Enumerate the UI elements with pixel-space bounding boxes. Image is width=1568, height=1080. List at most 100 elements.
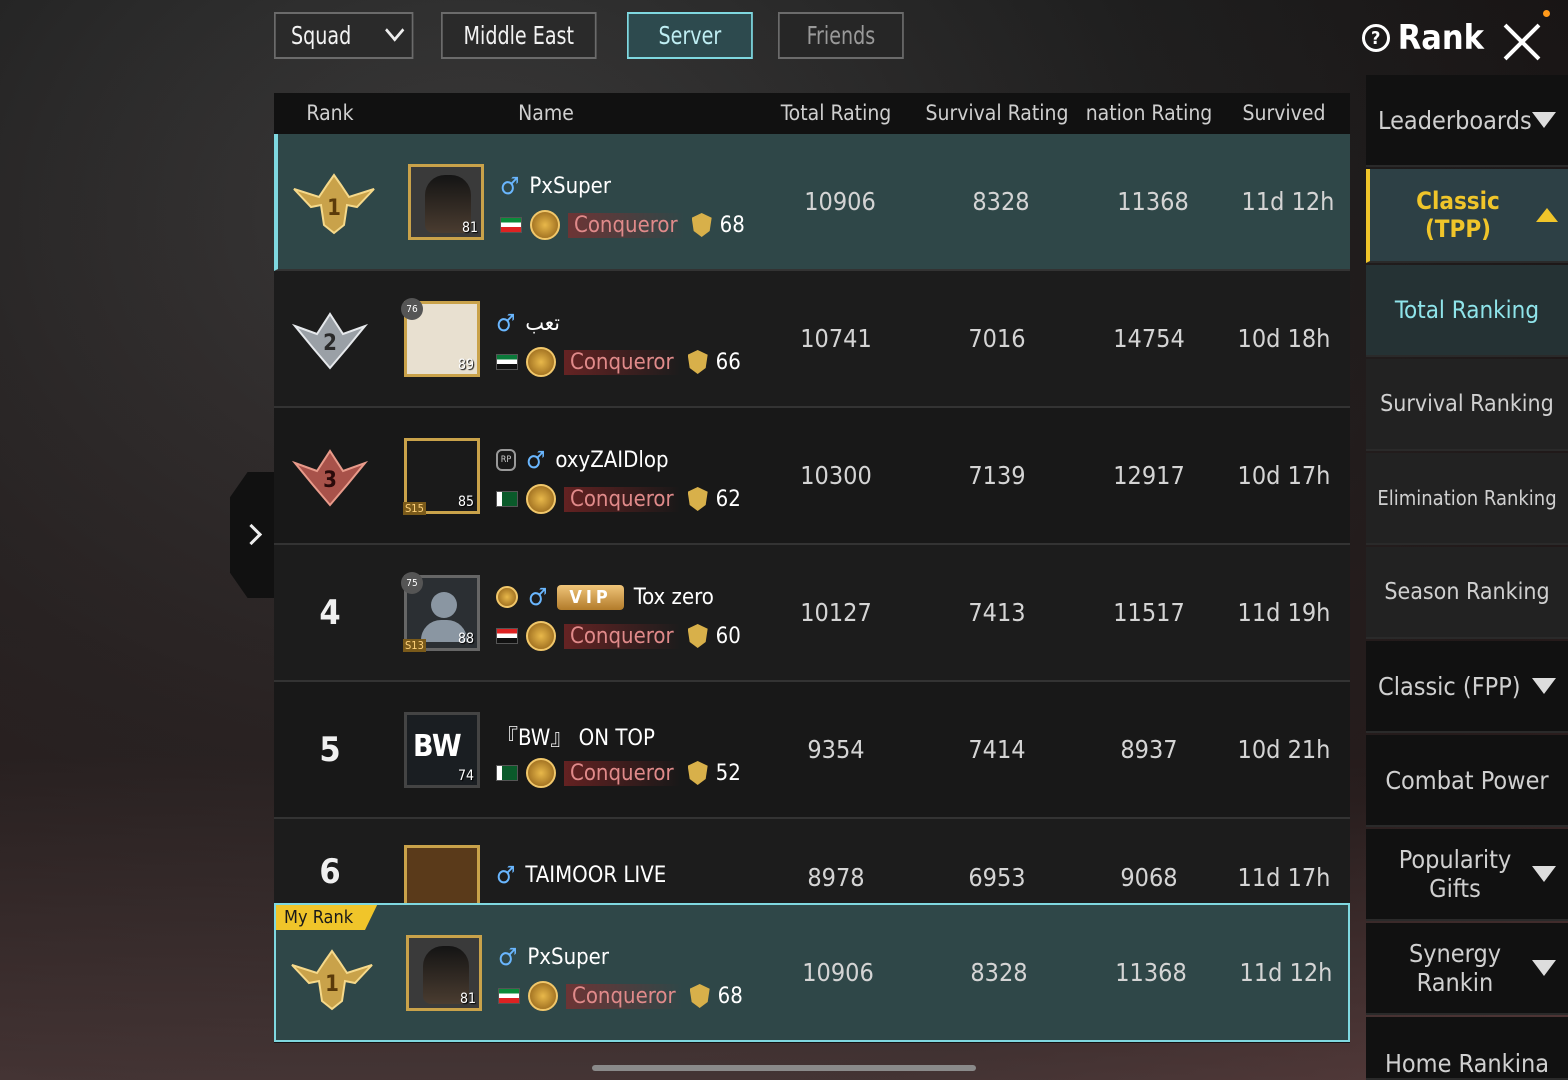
tier-line: Conqueror 62 — [496, 484, 741, 514]
svg-text:1: 1 — [325, 972, 339, 997]
sidebar-survival-ranking[interactable]: Survival Ranking — [1366, 359, 1568, 451]
survival-rating: 8328 — [970, 958, 1028, 987]
server-label: Server — [658, 21, 722, 50]
default-avatar-icon — [431, 592, 457, 618]
tier-stars: 52 — [715, 760, 741, 786]
sidebar-popularity-gifts[interactable]: Popularity Gifts — [1366, 829, 1568, 921]
table-body: 1 81 ♂ PxSuper Conqueror 68 10906 8328 1… — [274, 134, 1350, 956]
player-name: PxSuper — [529, 173, 611, 199]
player-level: 81 — [461, 220, 478, 236]
survival-rating: 7414 — [968, 735, 1026, 764]
tier-line: Conqueror 52 — [496, 758, 741, 788]
svg-text:2: 2 — [323, 331, 337, 356]
caret-down-icon — [1532, 960, 1556, 976]
silver-medal-icon: 2 — [291, 311, 369, 370]
total-rating: 10906 — [804, 187, 876, 216]
avatar[interactable]: 81 — [408, 164, 484, 240]
sidebar-total-ranking[interactable]: Total Ranking — [1366, 265, 1568, 357]
player-name: oxyZAIDlop — [555, 447, 669, 473]
sidebar-leaderboards[interactable]: Leaderboards — [1366, 75, 1568, 167]
conqueror-badge-icon — [528, 981, 558, 1011]
avatar[interactable]: 89 76 — [401, 298, 480, 377]
sidebar-combat-power[interactable]: Combat Power — [1366, 735, 1568, 827]
avatar[interactable]: BW 74 — [404, 712, 480, 788]
category-sidebar: Leaderboards Classic (TPP) Total Ranking… — [1366, 75, 1568, 1080]
conqueror-badge-icon — [526, 621, 556, 651]
avatar[interactable]: 85 S15 — [403, 438, 480, 515]
survival-rating: 7139 — [968, 461, 1026, 490]
sidebar-home-ranking[interactable]: Home Rankina — [1366, 1017, 1568, 1080]
table-header: Rank Name Total Rating Survival Rating n… — [274, 93, 1350, 134]
svg-text:1: 1 — [327, 196, 341, 221]
survived-time: 11d 12h — [1239, 958, 1333, 987]
male-icon: ♂ — [500, 172, 520, 200]
tier-stars: 60 — [715, 623, 741, 649]
table-row[interactable]: 3 85 S15 RP ♂ oxyZAIDlop Conqueror 62 10… — [274, 408, 1350, 545]
home-indicator[interactable] — [592, 1065, 976, 1071]
caret-down-icon — [1532, 678, 1556, 694]
caret-down-icon — [1532, 866, 1556, 882]
player-badge: 75 — [401, 572, 423, 594]
total-rating: 10741 — [800, 324, 872, 353]
tier-stars: 68 — [719, 212, 745, 238]
sidebar-item-label: Synergy Rankin — [1408, 939, 1502, 997]
tab-server[interactable]: Server — [627, 12, 753, 59]
mode-label: Squad — [291, 21, 352, 50]
rank-help-button[interactable]: ? Rank — [1361, 18, 1484, 58]
player-level: 81 — [459, 991, 476, 1007]
survival-rating: 7413 — [968, 598, 1026, 627]
player-name-line: ♂ VIP Tox zero — [496, 583, 714, 611]
sidebar-season-ranking[interactable]: Season Ranking — [1366, 547, 1568, 639]
sidebar-item-label: Leaderboards — [1378, 105, 1532, 135]
survived-time: 10d 17h — [1237, 461, 1331, 490]
conqueror-badge-icon — [526, 758, 556, 788]
tab-region[interactable]: Middle East — [441, 12, 597, 59]
my-rank-row[interactable]: My Rank 1 81 ♂ PxSuper Conqueror 68 1090… — [274, 903, 1350, 1042]
player-level: 89 — [457, 357, 474, 373]
tab-friends[interactable]: Friends — [778, 12, 904, 59]
bronze-medal-icon: 3 — [291, 448, 369, 507]
player-name: 『BW』 ON TOP — [496, 726, 655, 751]
conqueror-badge-icon — [526, 484, 556, 514]
gold-medal-icon: 1 — [291, 948, 373, 1010]
table-row[interactable]: 4 88 S13 75 ♂ VIP Tox zero Conqueror 60 — [274, 545, 1350, 682]
crown-shield-icon — [687, 350, 708, 374]
avatar-logo-text: BW — [413, 729, 462, 764]
survival-rating: 7016 — [968, 324, 1026, 353]
col-name: Name — [518, 101, 574, 125]
elimination-rating: 14754 — [1113, 324, 1185, 353]
survival-rating: 8328 — [972, 187, 1030, 216]
crown-shield-icon — [687, 761, 708, 785]
survived-time: 10d 18h — [1237, 324, 1331, 353]
elimination-rating: 11517 — [1113, 598, 1185, 627]
avatar[interactable]: 88 S13 75 — [401, 572, 480, 652]
sidebar-synergy-ranking[interactable]: Synergy Rankin — [1366, 923, 1568, 1015]
table-row[interactable]: 2 89 76 ♂ تعب Conqueror 66 10741 7016 14… — [274, 271, 1350, 408]
close-icon[interactable] — [1502, 22, 1542, 62]
player-level: 88 — [457, 631, 474, 647]
flag-icon — [496, 628, 518, 644]
sidebar-classic-fpp[interactable]: Classic (FPP) — [1366, 641, 1568, 733]
conqueror-badge-icon — [526, 347, 556, 377]
sidebar-classic-tpp[interactable]: Classic (TPP) — [1366, 169, 1568, 263]
table-row[interactable]: 5 BW 74 『BW』 ON TOP Conqueror 52 9354 74… — [274, 682, 1350, 819]
player-name-line: ♂ TAIMOOR LIVE — [496, 861, 666, 889]
tier-line: Conqueror 60 — [496, 621, 741, 651]
mode-dropdown[interactable]: Squad — [274, 12, 414, 59]
table-row[interactable]: 1 81 ♂ PxSuper Conqueror 68 10906 8328 1… — [274, 134, 1350, 271]
survived-time: 11d 19h — [1237, 598, 1331, 627]
expand-panel-button[interactable] — [230, 472, 274, 598]
survived-time: 10d 21h — [1237, 735, 1331, 764]
player-badge: 76 — [401, 298, 423, 320]
sidebar-item-label: Popularity Gifts — [1398, 845, 1512, 903]
sidebar-elimination-ranking[interactable]: Elimination Ranking — [1366, 453, 1568, 545]
player-name: TAIMOOR LIVE — [525, 862, 667, 888]
sidebar-item-label: Classic (FPP) — [1378, 671, 1521, 701]
sidebar-item-label: Survival Ranking — [1380, 391, 1554, 417]
page-title: Rank — [1397, 18, 1484, 58]
sidebar-item-label: Combat Power — [1385, 765, 1549, 795]
male-icon: ♂ — [528, 583, 548, 611]
avatar[interactable]: 81 — [406, 935, 482, 1011]
male-icon: ♂ — [496, 861, 516, 889]
rank-medal-gold: 1 — [276, 905, 388, 1040]
